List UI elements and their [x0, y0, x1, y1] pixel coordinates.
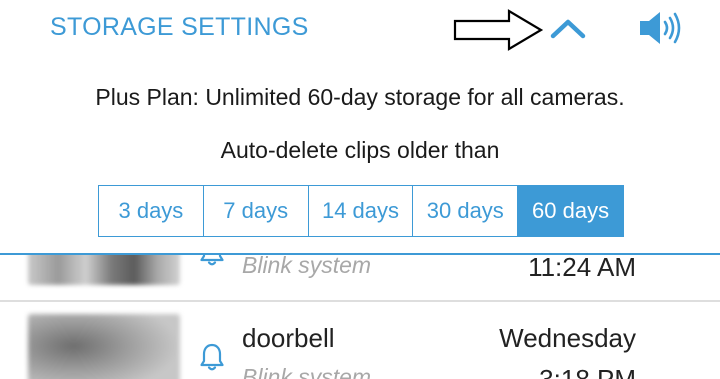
clip-list[interactable]: Blink system 11:24 AM doorbell Wednesday…	[0, 255, 720, 379]
autodelete-option-14-days[interactable]: 14 days	[308, 186, 414, 236]
autodelete-option-7-days[interactable]: 7 days	[203, 186, 309, 236]
speaker-icon	[640, 12, 681, 44]
autodelete-label: Auto-delete clips older than	[220, 137, 500, 163]
header: STORAGE SETTINGS	[0, 0, 720, 58]
sound-toggle-button[interactable]	[636, 8, 688, 48]
clip-thumbnail[interactable]	[28, 255, 180, 285]
clip-source: Blink system	[242, 255, 372, 278]
clip-title: doorbell	[242, 323, 335, 353]
clip-time: 3:18 PM	[539, 364, 636, 379]
autodelete-option-60-days[interactable]: 60 days	[518, 186, 623, 236]
clip-thumbnail[interactable]	[28, 314, 180, 379]
autodelete-option-30-days[interactable]: 30 days	[413, 186, 519, 236]
list-item[interactable]: doorbell Wednesday Blink system 3:18 PM	[0, 302, 720, 379]
bell-icon	[200, 255, 224, 266]
autodelete-option-3-days[interactable]: 3 days	[99, 186, 204, 236]
autodelete-segmented-control: 3 days 7 days 14 days 30 days 60 days	[98, 185, 624, 237]
list-item[interactable]: Blink system 11:24 AM	[0, 255, 720, 300]
collapse-button[interactable]	[548, 12, 588, 44]
clip-day: Wednesday	[499, 323, 636, 353]
clip-time: 11:24 AM	[528, 255, 636, 282]
page-title: STORAGE SETTINGS	[50, 13, 309, 41]
pointer-arrow-icon	[453, 9, 544, 51]
plan-description: Plus Plan: Unlimited 60-day storage for …	[95, 84, 625, 110]
clip-source: Blink system	[242, 364, 372, 379]
bell-icon	[200, 343, 224, 371]
chevron-up-icon	[550, 19, 586, 39]
